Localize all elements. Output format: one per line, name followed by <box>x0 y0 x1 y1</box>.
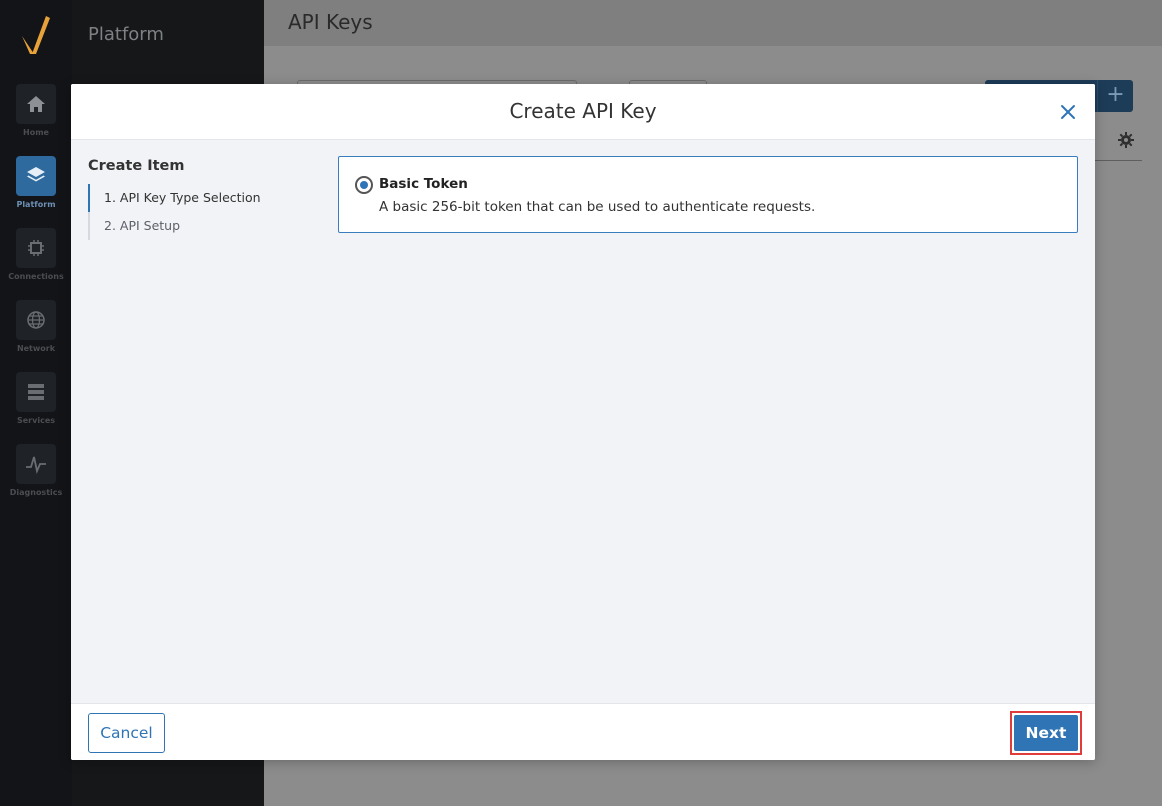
rail-item-diagnostics[interactable]: Diagnostics <box>0 444 72 512</box>
layers-icon <box>27 167 45 182</box>
rail-item-home[interactable]: Home <box>0 84 72 152</box>
next-button-highlight: Next <box>1010 711 1082 755</box>
globe-icon <box>27 311 45 329</box>
plus-icon: + <box>1097 80 1133 112</box>
option-basic-token[interactable]: Basic Token A basic 256-bit token that c… <box>338 156 1078 233</box>
page-header: API Keys <box>264 0 1162 46</box>
page-title: API Keys <box>288 10 373 34</box>
option-title: Basic Token <box>379 176 468 192</box>
step-api-setup[interactable]: 2. API Setup <box>88 212 318 240</box>
rail-item-connections[interactable]: Connections <box>0 228 72 296</box>
rail-label-network: Network <box>16 344 56 353</box>
radio-selected-dot <box>360 181 368 189</box>
divider <box>1094 160 1142 161</box>
cancel-button[interactable]: Cancel <box>88 713 165 753</box>
rail-label-diagnostics: Diagnostics <box>9 488 63 497</box>
logo-icon <box>22 16 50 54</box>
modal-footer: Cancel Next <box>71 703 1095 760</box>
close-icon[interactable] <box>1059 103 1077 121</box>
rail-item-services[interactable]: Services <box>0 372 72 440</box>
rail-label-connections: Connections <box>8 272 64 281</box>
step-type-selection[interactable]: 1. API Key Type Selection <box>88 184 318 212</box>
wizard-steps: Create Item 1. API Key Type Selection 2.… <box>88 158 318 240</box>
option-description: A basic 256-bit token that can be used t… <box>379 199 816 215</box>
modal-title: Create API Key <box>509 99 657 123</box>
section-title: Platform <box>88 24 164 45</box>
gear-icon <box>1118 132 1134 148</box>
steps-title: Create Item <box>88 158 185 174</box>
basic-token-radio[interactable] <box>355 176 373 194</box>
icon-rail: Home Platform Connections Network Servic… <box>0 0 72 806</box>
rail-item-platform[interactable]: Platform <box>0 156 72 224</box>
rail-label-home: Home <box>23 128 49 137</box>
server-icon <box>28 384 44 400</box>
modal-header: Create API Key <box>71 84 1095 140</box>
next-button[interactable]: Next <box>1014 715 1078 751</box>
pulse-icon <box>26 456 46 474</box>
home-icon <box>27 96 45 112</box>
connections-icon <box>28 240 44 256</box>
create-api-key-modal: Create API Key Create Item 1. API Key Ty… <box>71 84 1095 760</box>
rail-label-services: Services <box>16 416 56 425</box>
rail-item-network[interactable]: Network <box>0 300 72 368</box>
rail-label-platform: Platform <box>16 200 56 209</box>
step-list: 1. API Key Type Selection 2. API Setup <box>88 184 318 240</box>
